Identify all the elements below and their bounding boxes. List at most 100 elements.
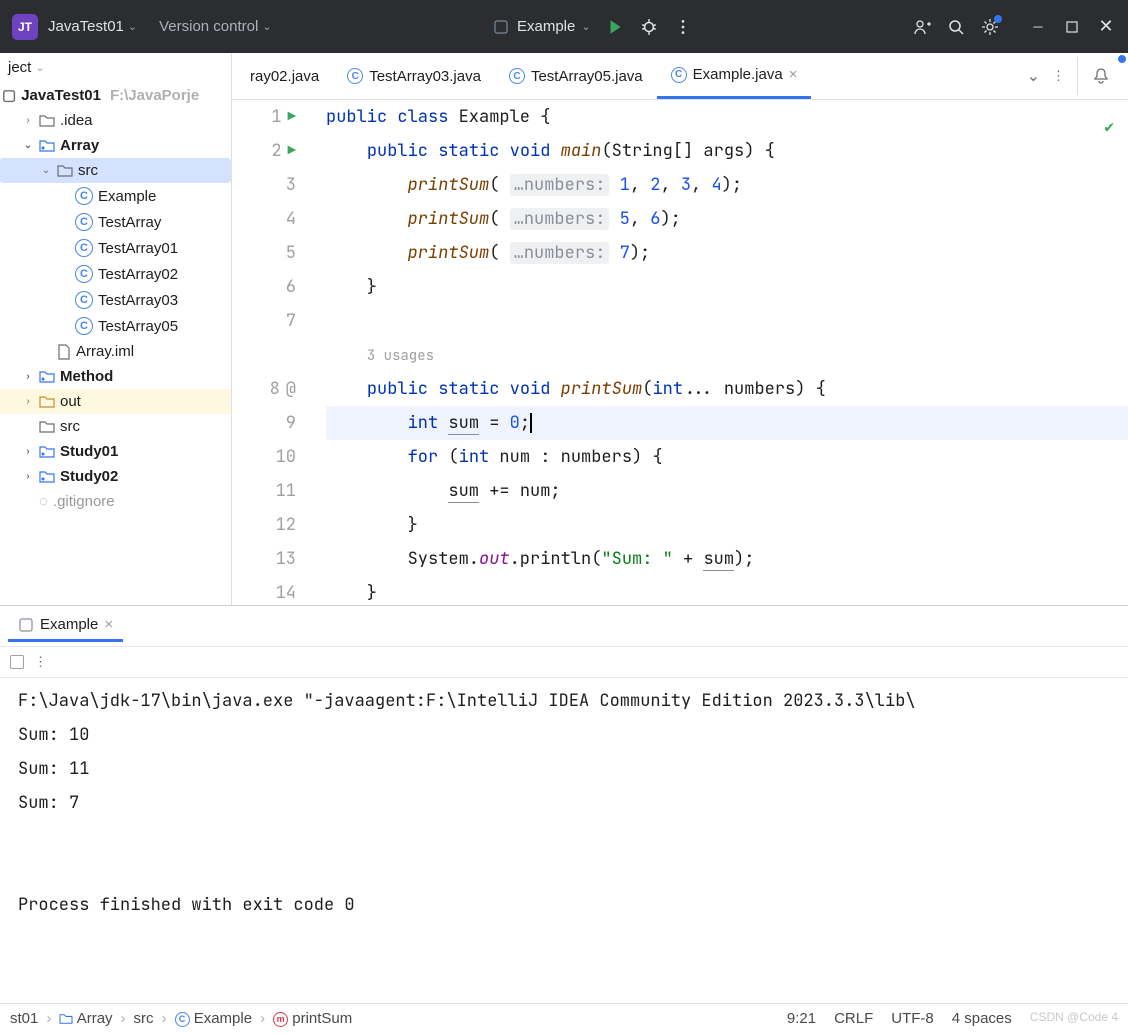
tree-item[interactable]: CTestArray02 xyxy=(0,261,231,287)
titlebar-right: ─ ✕ xyxy=(912,17,1116,37)
code-content[interactable]: public class Example { public static voi… xyxy=(312,100,1128,605)
tree-label: Array xyxy=(60,137,99,154)
search-icon[interactable] xyxy=(946,17,966,37)
close-icon[interactable]: ✕ xyxy=(1096,17,1116,37)
tree-item[interactable]: src xyxy=(0,414,231,439)
tabs-dropdown-icon[interactable]: ⌄ xyxy=(1027,66,1040,86)
tab-label: TestArray03.java xyxy=(369,68,481,85)
tree-label: Example xyxy=(98,188,156,205)
tabs-right: ⌄ ⋮ xyxy=(1027,57,1124,95)
console-output[interactable]: F:\Java\jdk-17\bin\java.exe "-javaagent:… xyxy=(0,678,1128,1003)
file-icon xyxy=(57,344,71,360)
statusbar: st01› Array›src›C Example›m printSum 9:2… xyxy=(0,1003,1128,1033)
close-tab-icon[interactable]: × xyxy=(789,66,798,83)
breadcrumbs[interactable]: st01› Array›src›C Example›m printSum xyxy=(10,1010,352,1027)
breadcrumb-item[interactable]: st01 xyxy=(10,1010,38,1027)
file-encoding[interactable]: UTF-8 xyxy=(891,1010,934,1027)
settings-icon[interactable] xyxy=(980,17,1000,37)
tree-label: TestArray02 xyxy=(98,266,178,283)
class-icon: C xyxy=(347,68,363,84)
tree-item[interactable]: ›out xyxy=(0,389,231,414)
tabs-more-icon[interactable]: ⋮ xyxy=(1052,68,1065,84)
tree-label: src xyxy=(78,162,98,179)
run-config-icon xyxy=(491,17,511,37)
tree-arrow-icon[interactable]: › xyxy=(22,471,34,482)
gutter-run-icon[interactable]: ▶ xyxy=(288,134,296,168)
maximize-icon[interactable] xyxy=(1062,17,1082,37)
tree-arrow-icon[interactable]: ⌄ xyxy=(22,140,34,151)
statusbar-right: 9:21 CRLF UTF-8 4 spaces CSDN @Code 4 xyxy=(787,1010,1118,1027)
more-actions-icon[interactable] xyxy=(673,17,693,37)
run-panel: Example × ⋮ F:\Java\jdk-17\bin\java.exe … xyxy=(0,605,1128,1003)
caret-position[interactable]: 9:21 xyxy=(787,1010,816,1027)
tree-item[interactable]: CTestArray05 xyxy=(0,313,231,339)
gutter[interactable]: 1▶2▶345678@91011121314 xyxy=(232,100,312,605)
breadcrumb-item[interactable]: C Example xyxy=(175,1010,253,1027)
tree-item[interactable]: › Method xyxy=(0,364,231,389)
tree-item[interactable]: ⌄ src xyxy=(0,158,231,183)
debug-icon[interactable] xyxy=(639,17,659,37)
param-hint: …numbers: xyxy=(510,242,610,264)
tree-item[interactable]: ◌.gitignore xyxy=(0,489,231,514)
tree-item[interactable]: CExample xyxy=(0,183,231,209)
project-panel-header[interactable]: ject⌄ xyxy=(0,53,231,82)
tree-label: Study02 xyxy=(60,468,118,485)
editor-tab[interactable]: CTestArray05.java xyxy=(495,53,657,99)
code-with-me-icon[interactable] xyxy=(912,17,932,37)
project-panel: ject⌄ ▢ JavaTest01 F:\JavaPorje ›.idea ⌄ A… xyxy=(0,53,232,605)
tree-label: src xyxy=(60,418,80,435)
editor-tab[interactable]: ray02.java xyxy=(236,53,333,99)
run-toolbar-more-icon[interactable]: ⋮ xyxy=(34,654,47,670)
gutter-run-icon[interactable]: ▶ xyxy=(288,100,296,134)
breadcrumb-item[interactable]: src xyxy=(134,1010,154,1027)
tree-item[interactable]: CTestArray01 xyxy=(0,235,231,261)
notifications-icon[interactable] xyxy=(1077,57,1124,95)
minimize-icon[interactable]: ─ xyxy=(1028,17,1048,37)
code-editor[interactable]: ✔ 1▶2▶345678@91011121314 public class Ex… xyxy=(232,100,1128,605)
gutter-override-icon[interactable]: @ xyxy=(286,372,296,406)
run-tab[interactable]: Example × xyxy=(8,610,123,642)
version-control-dropdown[interactable]: Version control⌄ xyxy=(159,18,271,35)
module-icon xyxy=(39,370,55,384)
project-root[interactable]: ▢ JavaTest01 F:\JavaPorje xyxy=(0,82,231,108)
tree-label: TestArray01 xyxy=(98,240,178,257)
editor-tab[interactable]: C TestArray03.java xyxy=(333,53,495,99)
usages-hint[interactable]: 3 usages xyxy=(367,347,434,365)
run-icon[interactable] xyxy=(605,17,625,37)
class-icon: C xyxy=(671,67,687,83)
text-cursor xyxy=(530,413,532,433)
class-icon: C xyxy=(75,213,93,231)
tab-label: ray02.java xyxy=(250,68,319,85)
tree-item[interactable]: CTestArray xyxy=(0,209,231,235)
tree-arrow-icon[interactable]: ⌄ xyxy=(40,165,52,176)
project-avatar[interactable]: JT xyxy=(12,14,38,40)
titlebar-left: JT JavaTest01⌄ Version control⌄ xyxy=(12,14,272,40)
close-tab-icon[interactable]: × xyxy=(104,616,113,633)
tree-arrow-icon[interactable]: › xyxy=(22,115,34,126)
tree-item[interactable]: Array.iml xyxy=(0,339,231,364)
tree-arrow-icon[interactable]: › xyxy=(22,396,34,407)
tree-label: Method xyxy=(60,368,113,385)
line-separator[interactable]: CRLF xyxy=(834,1010,873,1027)
project-dropdown[interactable]: JavaTest01⌄ xyxy=(48,18,137,35)
tree-item[interactable]: ›.idea xyxy=(0,108,231,133)
main-area: ject⌄ ▢ JavaTest01 F:\JavaPorje ›.idea ⌄ A… xyxy=(0,53,1128,605)
tree-arrow-icon[interactable]: › xyxy=(22,371,34,382)
tree-item[interactable]: › Study01 xyxy=(0,439,231,464)
tree-item[interactable]: ⌄ Array xyxy=(0,133,231,158)
tree-arrow-icon[interactable]: › xyxy=(22,446,34,457)
breadcrumb-item[interactable]: Array xyxy=(59,1010,112,1027)
editor-tabs: ray02.java C TestArray03.java CTestArray05.… xyxy=(232,53,1128,100)
tree-label: TestArray03 xyxy=(98,292,178,309)
breadcrumb-item[interactable]: m printSum xyxy=(273,1010,352,1027)
project-tree[interactable]: ›.idea⌄Array⌄srcCExampleCTestArrayCTestA… xyxy=(0,108,231,605)
class-icon: C xyxy=(75,317,93,335)
run-config-dropdown[interactable]: Example⌄ xyxy=(491,17,591,37)
tree-item[interactable]: › Study02 xyxy=(0,464,231,489)
editor-area: ray02.java C TestArray03.java CTestArray05.… xyxy=(232,53,1128,605)
stop-icon[interactable] xyxy=(10,655,24,669)
editor-tab[interactable]: CExample.java× xyxy=(657,53,812,99)
indent-setting[interactable]: 4 spaces xyxy=(952,1010,1012,1027)
tree-item[interactable]: CTestArray03 xyxy=(0,287,231,313)
tree-label: Study01 xyxy=(60,443,118,460)
